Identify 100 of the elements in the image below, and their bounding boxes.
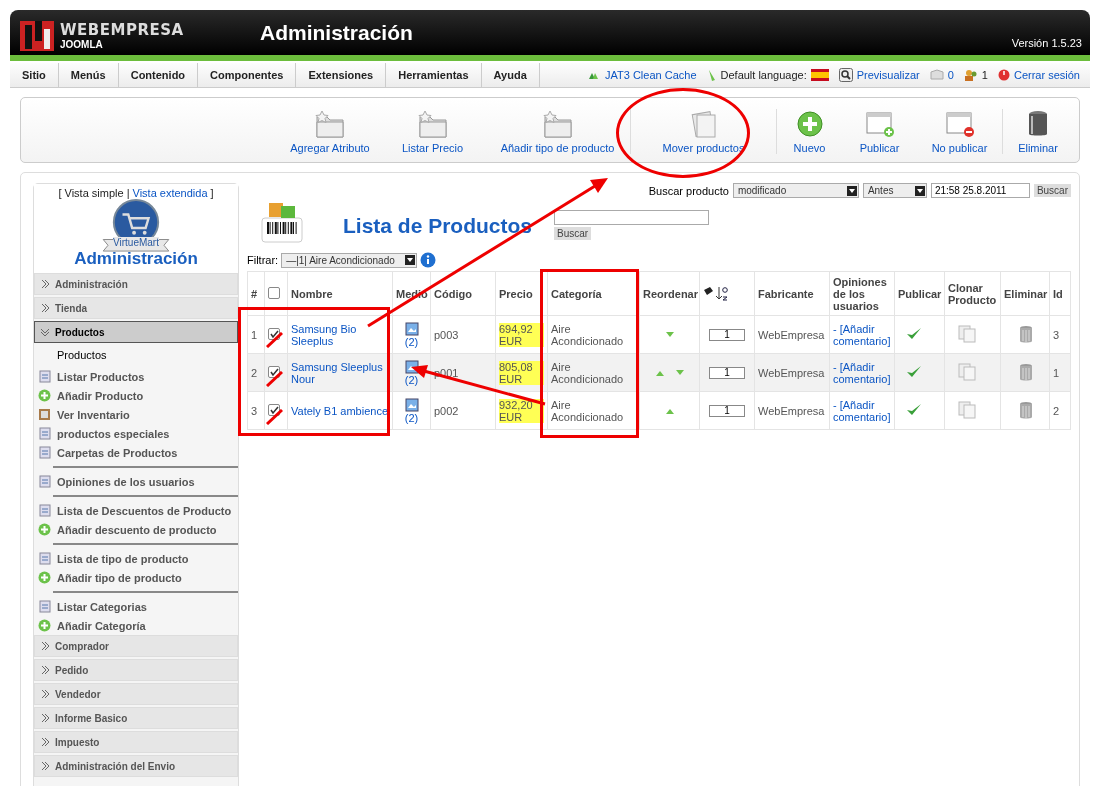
- sidebar-item[interactable]: Añadir descuento de producto: [34, 520, 238, 539]
- menu-item[interactable]: Menús: [58, 63, 119, 87]
- status-link[interactable]: 0: [929, 69, 954, 81]
- view-label: [ Vista simple |: [58, 187, 130, 199]
- order-field[interactable]: 1: [709, 404, 745, 417]
- copy-icon[interactable]: [958, 324, 976, 343]
- sidebar-item[interactable]: Listar Productos: [34, 367, 238, 386]
- document-icon: [38, 600, 51, 613]
- sidebar-item[interactable]: Añadir tipo de producto: [34, 568, 238, 587]
- date-field[interactable]: 21:58 25.8.2011: [930, 183, 1030, 198]
- search-label: Buscar producto: [648, 184, 729, 197]
- trash-icon[interactable]: [1018, 324, 1034, 343]
- table-cell: 2: [1049, 391, 1071, 430]
- toolbar-button[interactable]: Nuevo: [777, 109, 842, 154]
- users-icon: [963, 69, 978, 81]
- toolbar-button[interactable]: Agregar Atributo: [280, 109, 380, 154]
- arrow-up-icon[interactable]: [665, 407, 674, 414]
- order-select[interactable]: Antes: [862, 183, 927, 198]
- column-header: #: [247, 271, 265, 316]
- table-cell: WebEmpresa: [754, 353, 830, 392]
- toolbar-button[interactable]: Publicar: [842, 109, 917, 154]
- checkmark-icon[interactable]: [906, 327, 922, 340]
- table-cell: WebEmpresa: [754, 315, 830, 354]
- table-cell: Aire Acondicionado: [547, 315, 640, 354]
- row-number: 1: [247, 315, 265, 354]
- sidebar-item[interactable]: Añadir Producto: [34, 386, 238, 405]
- status-link[interactable]: Cerrar sesión: [997, 69, 1080, 81]
- section-header[interactable]: Productos: [34, 321, 238, 343]
- column-header: Categoría: [547, 271, 640, 316]
- sidebar-item[interactable]: productos especiales: [34, 424, 238, 443]
- field-select[interactable]: modificado: [732, 183, 859, 198]
- section-header[interactable]: Impuesto: [34, 731, 238, 753]
- menu-item[interactable]: Componentes: [198, 63, 297, 87]
- price-text: 694,92 EUR: [499, 322, 544, 347]
- status-link[interactable]: JAT3 Clean Cache: [587, 69, 697, 81]
- row-checkbox[interactable]: [268, 327, 280, 340]
- caret-icon: [914, 185, 925, 196]
- copy-icon[interactable]: [958, 362, 976, 381]
- media-count-link[interactable]: (2): [404, 411, 419, 424]
- document-icon: [38, 446, 51, 459]
- trash-icon[interactable]: [1018, 362, 1034, 381]
- search-icon: [838, 68, 853, 82]
- sidebar-item[interactable]: Lista de tipo de producto: [34, 549, 238, 568]
- toolbar-button[interactable]: Listar Precio: [380, 109, 485, 154]
- menu-item[interactable]: Extensiones: [296, 63, 387, 87]
- select-all-checkbox[interactable]: [268, 286, 280, 299]
- row-checkbox[interactable]: [268, 403, 280, 416]
- copy-icon[interactable]: [958, 400, 976, 419]
- keyword-field[interactable]: [554, 210, 710, 225]
- toolbar-button[interactable]: Eliminar: [1003, 109, 1073, 154]
- status-link[interactable]: Previsualizar: [838, 68, 920, 82]
- toolbar-button[interactable]: Mover productos: [631, 109, 777, 154]
- sidebar-item[interactable]: Ver Inventario: [34, 405, 238, 424]
- sidebar-item[interactable]: Lista de Descuentos de Producto: [34, 501, 238, 520]
- section-header[interactable]: Informe Basico: [34, 707, 238, 729]
- row-checkbox[interactable]: [268, 365, 280, 378]
- order-field[interactable]: 1: [709, 328, 745, 341]
- section-header[interactable]: Vendedor: [34, 683, 238, 705]
- page-title: Administración: [260, 21, 414, 45]
- filter-select[interactable]: —|1| Aire Acondicionado: [281, 252, 418, 268]
- info-icon[interactable]: [420, 252, 437, 268]
- menu-item[interactable]: Sitio: [10, 63, 59, 87]
- arrow-up-icon[interactable]: [655, 369, 664, 376]
- toolbar-button[interactable]: Añadir tipo de producto: [485, 109, 631, 154]
- menu-item[interactable]: Herramientas: [386, 63, 482, 87]
- section-header[interactable]: Pedido: [34, 659, 238, 681]
- keyword-search-button[interactable]: Buscar: [554, 227, 592, 240]
- menu-item[interactable]: Contenido: [118, 63, 199, 87]
- section-header[interactable]: Administración: [34, 273, 238, 295]
- section-header[interactable]: Comprador: [34, 635, 238, 657]
- sidebar-item[interactable]: Listar Categorias: [34, 597, 238, 616]
- checkmark-icon[interactable]: [906, 365, 922, 378]
- trash-icon[interactable]: [1018, 400, 1034, 419]
- order-field[interactable]: 1: [709, 366, 745, 379]
- search-button[interactable]: Buscar: [1033, 184, 1071, 197]
- add-icon: [794, 109, 825, 139]
- sidebar-item[interactable]: Opiniones de los usuarios: [34, 472, 238, 491]
- sidebar-item[interactable]: Añadir Categoría: [34, 616, 238, 635]
- section-header[interactable]: Administración del Envio: [34, 755, 238, 777]
- image-icon[interactable]: [404, 321, 419, 336]
- annotation-tick: [266, 332, 283, 348]
- chevron-down-icon: [40, 327, 50, 337]
- sidebar-item[interactable]: Carpetas de Productos: [34, 443, 238, 462]
- menu-item[interactable]: Ayuda: [481, 63, 540, 87]
- toolbar-button[interactable]: No publicar: [917, 109, 1003, 154]
- folder-icon: [314, 109, 346, 139]
- annotation-tick: [266, 370, 283, 387]
- section-header[interactable]: Tienda: [34, 297, 238, 319]
- media-count-link[interactable]: (2): [404, 373, 419, 386]
- status-link[interactable]: Default language:: [706, 68, 829, 82]
- image-icon[interactable]: [404, 397, 419, 412]
- sort-icon[interactable]: [703, 284, 731, 301]
- media-count-link[interactable]: (2): [404, 335, 419, 348]
- chevron-right-icon: [40, 303, 50, 313]
- status-link[interactable]: 1: [963, 69, 988, 81]
- checkmark-icon[interactable]: [906, 403, 922, 416]
- arrow-down-icon[interactable]: [665, 331, 674, 338]
- arrow-down-icon[interactable]: [675, 369, 684, 376]
- view-link[interactable]: Vista extendida: [132, 187, 208, 199]
- message-icon: [929, 69, 944, 81]
